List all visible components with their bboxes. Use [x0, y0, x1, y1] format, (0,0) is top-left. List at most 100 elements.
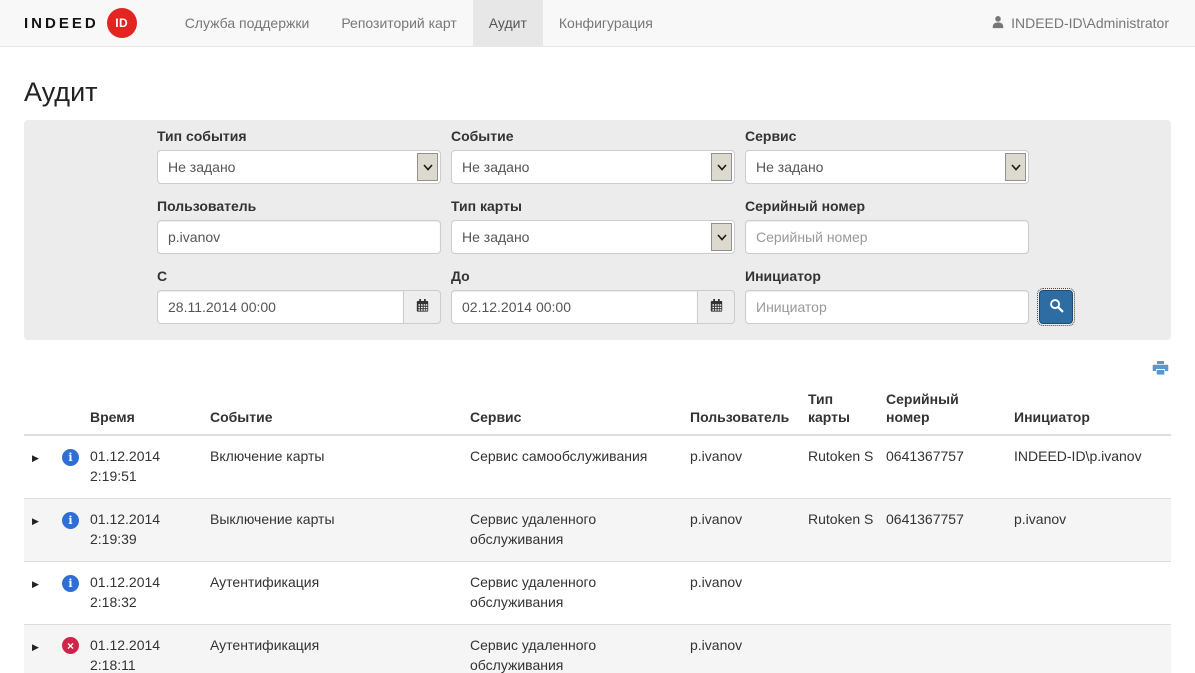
cell-serial	[878, 624, 1006, 673]
expand-row-button[interactable]: ▶	[32, 449, 39, 465]
chevron-down-icon	[711, 153, 732, 181]
date-from-input[interactable]	[157, 290, 404, 324]
filter-event: Событие Не задано	[451, 128, 735, 184]
card-type-label: Тип карты	[451, 198, 735, 214]
cell-time: 01.12.2014 2:19:39	[82, 499, 202, 562]
date-from-calendar-button[interactable]	[403, 290, 441, 324]
date-to-calendar-button[interactable]	[697, 290, 735, 324]
nav-configuration[interactable]: Конфигурация	[543, 0, 669, 46]
cell-service: Сервис самообслуживания	[462, 435, 682, 498]
table-row: ▶ × 01.12.2014 2:18:11 Аутентификация Се…	[24, 624, 1171, 673]
event-value: Не задано	[462, 159, 529, 175]
cell-card-type	[800, 624, 878, 673]
status-info-icon: i	[62, 512, 79, 529]
service-label: Сервис	[745, 128, 1029, 144]
cell-event: Включение карты	[202, 435, 462, 498]
filter-service: Сервис Не задано	[745, 128, 1029, 184]
cell-serial: 0641367757	[878, 435, 1006, 498]
search-icon	[1049, 298, 1064, 316]
serial-number-label: Серийный номер	[745, 198, 1029, 214]
table-row: ▶ i 01.12.2014 2:18:32 Аутентификация Се…	[24, 561, 1171, 624]
cell-service: Сервис удаленного обслуживания	[462, 561, 682, 624]
cell-serial	[878, 561, 1006, 624]
header-time: Время	[82, 386, 202, 435]
expand-row-button[interactable]: ▶	[32, 638, 39, 654]
user-input[interactable]	[157, 220, 441, 254]
top-navbar: INDEED ID Служба поддержки Репозиторий к…	[0, 0, 1195, 47]
main-navigation: Служба поддержки Репозиторий карт Аудит …	[169, 0, 669, 46]
event-type-label: Тип события	[157, 128, 441, 144]
table-header-row: Время Событие Сервис Пользователь Тип ка…	[24, 386, 1171, 435]
cell-user: p.ivanov	[682, 561, 800, 624]
expand-row-button[interactable]: ▶	[32, 575, 39, 591]
filter-initiator: Инициатор	[745, 268, 1029, 324]
page-title: Аудит	[24, 77, 1195, 108]
header-user: Пользователь	[682, 386, 800, 435]
nav-audit[interactable]: Аудит	[473, 0, 543, 46]
cell-initiator: p.ivanov	[1006, 499, 1171, 562]
cell-user: p.ivanov	[682, 624, 800, 673]
cell-service: Сервис удаленного обслуживания	[462, 499, 682, 562]
event-label: Событие	[451, 128, 735, 144]
filter-date-to: До	[451, 268, 735, 324]
filter-event-type: Тип события Не задано	[157, 128, 441, 184]
date-to-input[interactable]	[451, 290, 698, 324]
header-status	[54, 386, 82, 435]
cell-card-type: Rutoken S	[800, 435, 878, 498]
table-row: ▶ i 01.12.2014 2:19:39 Выключение карты …	[24, 499, 1171, 562]
status-error-icon: ×	[62, 637, 79, 654]
serial-number-input[interactable]	[745, 220, 1029, 254]
filter-panel: Тип события Не задано Событие Не задано …	[24, 120, 1171, 340]
chevron-down-icon	[711, 223, 732, 251]
brand-id-badge: ID	[107, 8, 137, 38]
date-to-label: До	[451, 268, 735, 284]
date-from-label: С	[157, 268, 441, 284]
person-icon	[991, 15, 1005, 32]
cell-initiator	[1006, 624, 1171, 673]
cell-time: 01.12.2014 2:19:51	[82, 435, 202, 498]
printer-icon	[1152, 364, 1169, 379]
chevron-down-icon	[1005, 153, 1026, 181]
cell-initiator: INDEED-ID\p.ivanov	[1006, 435, 1171, 498]
service-select[interactable]: Не задано	[745, 150, 1029, 184]
calendar-icon	[710, 299, 723, 315]
filter-user: Пользователь	[157, 198, 441, 254]
brand-logo[interactable]: INDEED ID	[0, 0, 151, 46]
initiator-label: Инициатор	[745, 268, 1029, 284]
filter-card-type: Тип карты Не задано	[451, 198, 735, 254]
cell-service: Сервис удаленного обслуживания	[462, 624, 682, 673]
print-button[interactable]	[1150, 358, 1171, 381]
card-type-select[interactable]: Не задано	[451, 220, 735, 254]
event-type-select[interactable]: Не задано	[157, 150, 441, 184]
calendar-icon	[416, 299, 429, 315]
initiator-input[interactable]	[745, 290, 1029, 324]
cell-user: p.ivanov	[682, 499, 800, 562]
brand-name: INDEED	[24, 15, 99, 32]
cell-initiator	[1006, 561, 1171, 624]
cell-time: 01.12.2014 2:18:11	[82, 624, 202, 673]
chevron-down-icon	[417, 153, 438, 181]
search-button[interactable]	[1039, 290, 1073, 324]
cell-card-type	[800, 561, 878, 624]
nav-support[interactable]: Служба поддержки	[169, 0, 326, 46]
cell-card-type: Rutoken S	[800, 499, 878, 562]
header-card-type: Тип карты	[800, 386, 878, 435]
event-select[interactable]: Не задано	[451, 150, 735, 184]
card-type-value: Не задано	[462, 229, 529, 245]
event-type-value: Не задано	[168, 159, 235, 175]
cell-event: Аутентификация	[202, 624, 462, 673]
header-expand	[24, 386, 54, 435]
nav-card-repository[interactable]: Репозиторий карт	[325, 0, 472, 46]
table-row: ▶ i 01.12.2014 2:19:51 Включение карты С…	[24, 435, 1171, 498]
cell-event: Выключение карты	[202, 499, 462, 562]
expand-row-button[interactable]: ▶	[32, 512, 39, 528]
cell-user: p.ivanov	[682, 435, 800, 498]
user-name: INDEED-ID\Administrator	[1011, 15, 1169, 31]
table-toolbar	[24, 358, 1171, 380]
header-serial: Серийный номер	[878, 386, 1006, 435]
user-label: Пользователь	[157, 198, 441, 214]
header-service: Сервис	[462, 386, 682, 435]
user-menu[interactable]: INDEED-ID\Administrator	[991, 0, 1195, 46]
audit-table: Время Событие Сервис Пользователь Тип ка…	[24, 386, 1171, 673]
service-value: Не задано	[756, 159, 823, 175]
